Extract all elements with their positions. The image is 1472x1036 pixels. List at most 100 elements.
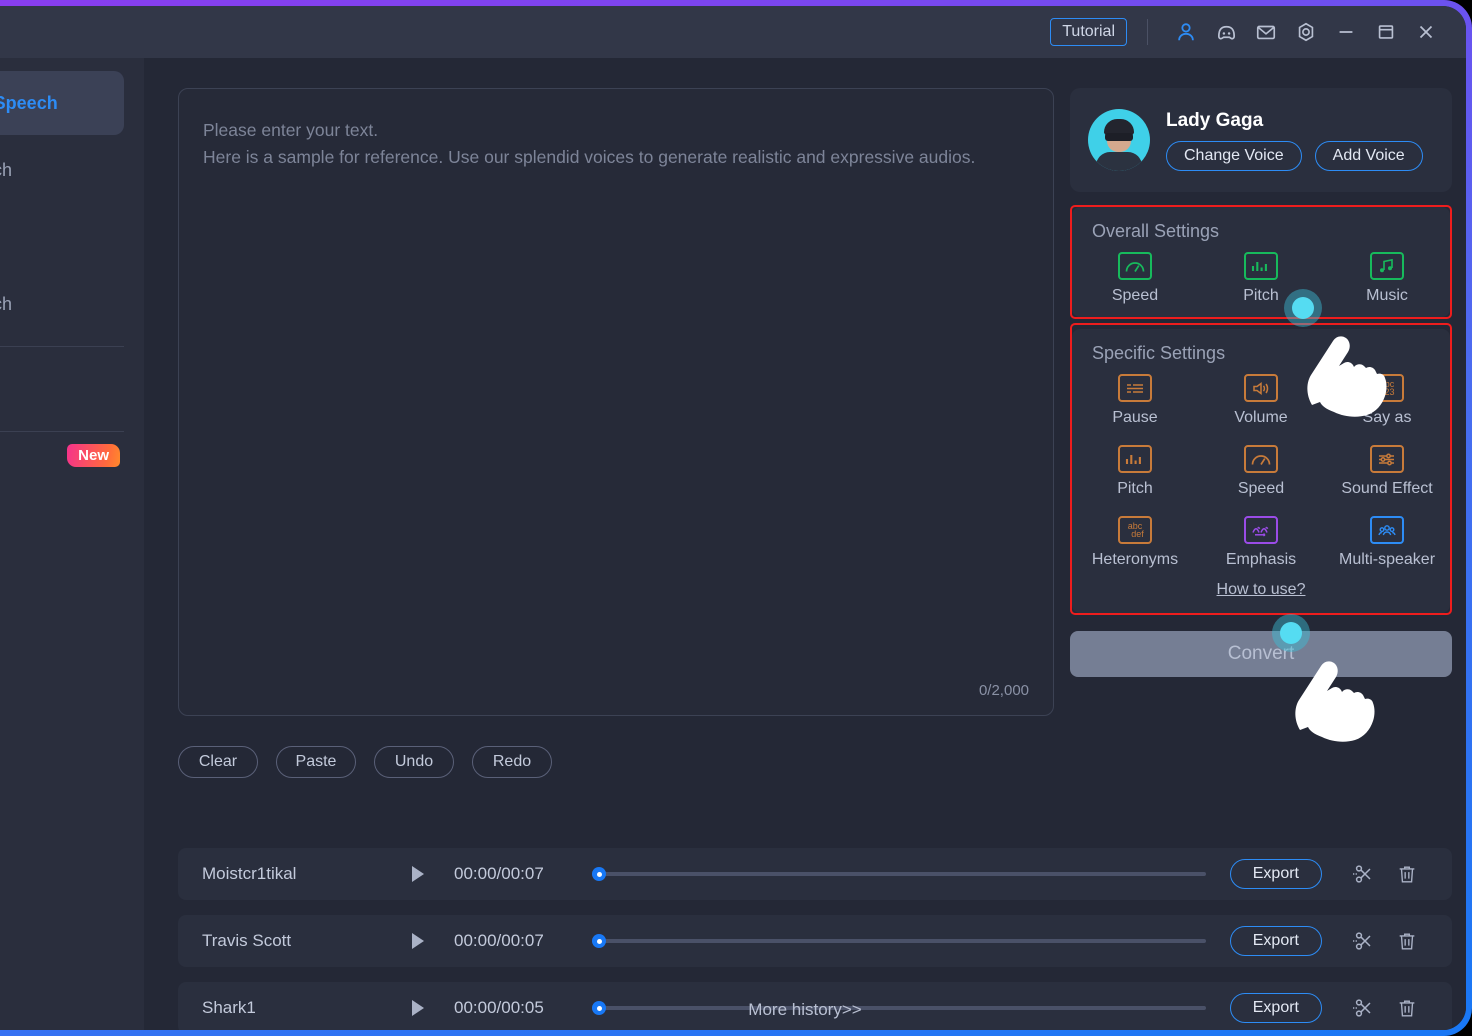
sidebar-item-3[interactable]: ...Speech — [0, 205, 124, 269]
arrows-icon — [1244, 516, 1278, 544]
audio-progress-slider[interactable] — [592, 933, 1206, 949]
sidebar-item-label: ...to Speech — [0, 293, 13, 314]
specific-multi-speaker-item[interactable]: Multi-speaker — [1324, 516, 1450, 569]
specific-speed-item[interactable]: Speed — [1198, 445, 1324, 498]
sidebar-divider-1 — [0, 346, 124, 347]
play-icon[interactable] — [412, 933, 424, 949]
sidebar-item-2[interactable]: ...to Speech — [0, 138, 124, 202]
slider-handle[interactable] — [592, 934, 606, 948]
equalizer-icon — [1370, 445, 1404, 473]
export-button[interactable]: Export — [1229, 926, 1322, 956]
abc123-icon: abc 123 — [1370, 374, 1404, 402]
pause-lines-icon — [1118, 374, 1152, 402]
speedometer-icon — [1118, 252, 1152, 280]
delete-icon[interactable] — [1390, 924, 1424, 958]
maximize-icon[interactable] — [1366, 12, 1406, 52]
specific-pitch-label: Pitch — [1117, 480, 1153, 497]
specific-emphasis-item[interactable]: Emphasis — [1198, 516, 1324, 569]
mail-icon[interactable] — [1246, 12, 1286, 52]
sidebar-item-text-to-speech[interactable]: ...Text to Speech — [0, 71, 124, 135]
sidebar: ...Text to Speech ...to Speech ...Speech… — [0, 58, 144, 1030]
audio-name: Moistcr1tikal — [202, 864, 297, 883]
placeholder-line-2: Here is a sample for reference. Use our … — [203, 147, 976, 168]
specific-settings-card: Specific Settings Pause Volume abc 123 S… — [1072, 329, 1450, 613]
specific-say-as-item[interactable]: abc 123 Say as — [1324, 374, 1450, 427]
scissors-icon[interactable] — [1346, 857, 1380, 891]
add-voice-button[interactable]: Add Voice — [1314, 140, 1423, 171]
titlebar-divider — [1147, 19, 1148, 45]
slider-track — [592, 872, 1206, 876]
overall-pitch-item[interactable]: Pitch — [1198, 252, 1324, 305]
table-row[interactable]: Travis Scott 00:00/00:07 Export — [178, 915, 1452, 967]
slider-handle[interactable] — [592, 867, 606, 881]
specific-settings-title: Specific Settings — [1092, 343, 1226, 363]
more-history-link[interactable]: More history>> — [144, 1000, 1466, 1020]
settings-icon[interactable] — [1286, 12, 1326, 52]
new-badge: New — [67, 444, 120, 467]
text-input-card[interactable]: Please enter your text. Here is a sample… — [178, 88, 1054, 716]
specific-pause-item[interactable]: Pause — [1072, 374, 1198, 427]
voice-card: Lady Gaga Change Voice Add Voice — [1070, 88, 1452, 192]
discord-icon[interactable] — [1206, 12, 1246, 52]
avatar — [1088, 109, 1150, 171]
bars-icon — [1244, 252, 1278, 280]
how-to-use-link[interactable]: How to use? — [1072, 581, 1450, 605]
sidebar-item-4[interactable]: ...to Speech — [0, 272, 124, 336]
sidebar-item-label: ...to Speech — [0, 159, 13, 180]
change-voice-button[interactable]: Change Voice — [1166, 140, 1302, 171]
audio-time: 00:00/00:07 — [454, 931, 544, 950]
speedometer-icon — [1244, 445, 1278, 473]
window-inner: ...Box Tutorial — [0, 6, 1466, 1030]
table-row[interactable]: Moistcr1tikal 00:00/00:07 Export — [178, 848, 1452, 900]
overall-settings-grid: Speed Pitch Music — [1072, 252, 1450, 305]
specific-speed-label: Speed — [1237, 480, 1285, 497]
character-counter: 0/2,000 — [978, 682, 1029, 699]
specific-multi-speaker-label: Multi-speaker — [1338, 551, 1436, 568]
overall-settings-card: Overall Settings Speed Pitch Music — [1072, 207, 1450, 317]
specific-settings-grid: Pause Volume abc 123 Say as Pitch Speed … — [1072, 374, 1450, 569]
export-button[interactable]: Export — [1229, 859, 1322, 889]
main-content: Please enter your text. Here is a sample… — [144, 58, 1466, 1030]
speaker-icon — [1244, 374, 1278, 402]
delete-icon[interactable] — [1390, 857, 1424, 891]
minimize-icon[interactable] — [1326, 12, 1366, 52]
convert-button[interactable]: Convert — [1070, 631, 1452, 677]
overall-settings-highlight: Overall Settings Speed Pitch Music — [1070, 205, 1452, 319]
specific-volume-item[interactable]: Volume — [1198, 374, 1324, 427]
audio-name: Travis Scott — [202, 931, 292, 950]
overall-settings-title: Overall Settings — [1092, 221, 1220, 241]
specific-pause-label: Pause — [1112, 409, 1158, 426]
close-icon[interactable] — [1406, 12, 1446, 52]
play-icon[interactable] — [412, 866, 424, 882]
specific-heteronyms-item[interactable]: abc def Heteronyms — [1072, 516, 1198, 569]
audio-progress-slider[interactable] — [592, 866, 1206, 882]
specific-say-as-label: Say as — [1362, 409, 1412, 426]
overall-pitch-label: Pitch — [1243, 287, 1279, 304]
scissors-icon[interactable] — [1346, 924, 1380, 958]
tutorial-button[interactable]: Tutorial — [1050, 18, 1127, 46]
overall-speed-item[interactable]: Speed — [1072, 252, 1198, 305]
account-icon[interactable] — [1166, 12, 1206, 52]
slider-track — [592, 939, 1206, 943]
specific-sound-effect-item[interactable]: Sound Effect — [1324, 445, 1450, 498]
specific-emphasis-label: Emphasis — [1225, 551, 1297, 568]
abcdef-glyph: abc def — [1126, 521, 1144, 539]
overall-music-item[interactable]: Music — [1324, 252, 1450, 305]
specific-pitch-item[interactable]: Pitch — [1072, 445, 1198, 498]
editor-actions: Clear Paste Undo Redo — [178, 746, 552, 778]
clear-button[interactable]: Clear — [178, 746, 258, 778]
how-to-use-label: How to use? — [1216, 581, 1306, 598]
sidebar-item-6[interactable]: ...ing New — [0, 442, 124, 506]
overall-music-label: Music — [1366, 287, 1408, 304]
undo-button[interactable]: Undo — [374, 746, 454, 778]
redo-button[interactable]: Redo — [472, 746, 552, 778]
abcdef-icon: abc def — [1118, 516, 1152, 544]
paste-button[interactable]: Paste — [276, 746, 356, 778]
sidebar-item-speech-to-text[interactable]: ...to Text — [0, 357, 124, 421]
voice-meta: Lady Gaga Change Voice Add Voice — [1166, 110, 1423, 171]
overall-speed-label: Speed — [1111, 287, 1159, 304]
specific-settings-highlight: Specific Settings Pause Volume abc 123 S… — [1070, 323, 1452, 615]
right-panel: Lady Gaga Change Voice Add Voice Overall… — [1070, 88, 1452, 677]
text-placeholder: Please enter your text. Here is a sample… — [179, 89, 1053, 171]
more-history-label: More history>> — [748, 1000, 862, 1019]
